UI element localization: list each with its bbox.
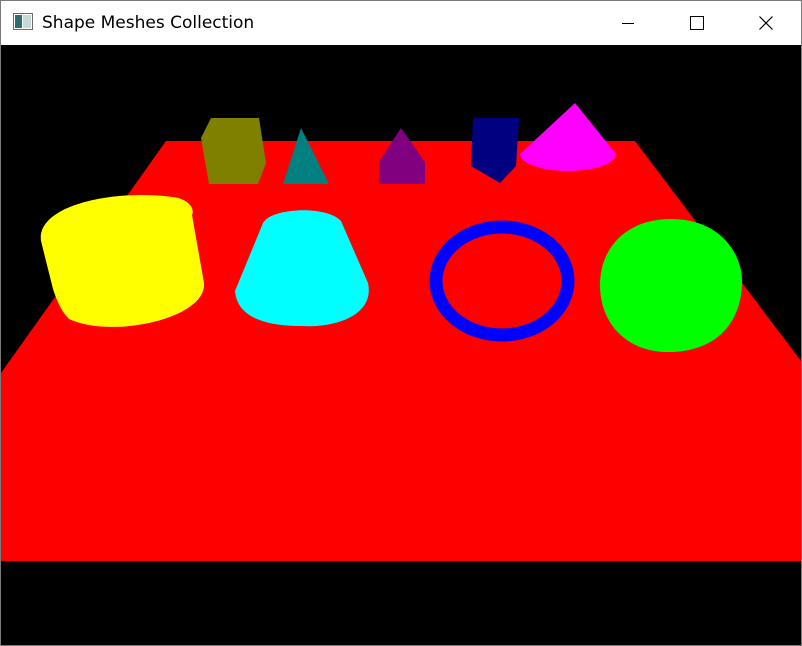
minimize-button[interactable] — [605, 1, 651, 45]
cylinder — [40, 195, 205, 327]
hexagonal-prism — [201, 118, 266, 184]
minimize-icon — [622, 23, 634, 24]
render-viewport[interactable] — [1, 45, 801, 645]
app-window: Shape Meshes Collection — [0, 0, 802, 646]
close-button[interactable] — [743, 1, 789, 45]
maximize-button[interactable] — [674, 1, 720, 45]
app-window-icon — [13, 13, 33, 30]
sphere — [600, 219, 743, 353]
maximize-icon — [690, 16, 704, 30]
close-icon — [759, 16, 773, 30]
scene-canvas — [1, 45, 801, 645]
title-bar[interactable]: Shape Meshes Collection — [1, 1, 801, 45]
window-title: Shape Meshes Collection — [42, 13, 255, 33]
